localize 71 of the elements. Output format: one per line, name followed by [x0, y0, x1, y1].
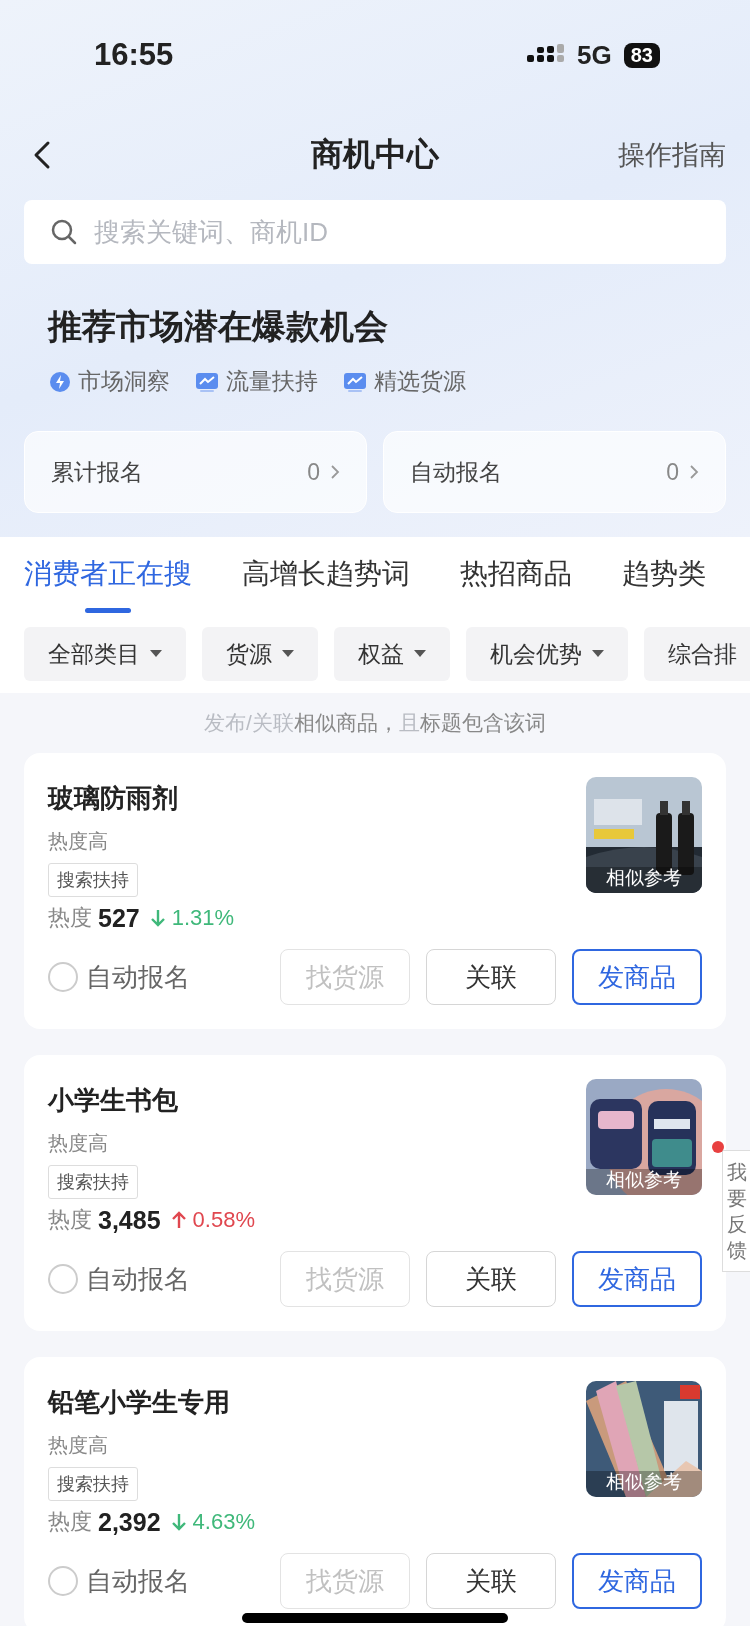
caret-icon	[150, 650, 162, 658]
heat-label: 热度	[48, 1206, 92, 1234]
tag: 搜索扶持	[48, 1165, 138, 1199]
filter-dropdown[interactable]: 机会优势	[466, 627, 628, 681]
auto-signup-label: 自动报名	[86, 1262, 190, 1296]
heat-change: 1.31%	[171, 905, 235, 931]
heat-label: 热度	[48, 904, 92, 932]
tag: 搜索扶持	[48, 863, 138, 897]
action-button[interactable]: 发商品	[572, 1251, 702, 1307]
filter-dropdown[interactable]: 权益	[334, 627, 450, 681]
search-field[interactable]: 搜索关键词、商机ID	[24, 200, 726, 264]
heat-change: 0.58%	[192, 1207, 255, 1233]
filter-dropdown[interactable]: 综合排	[644, 627, 750, 681]
item-title: 小学生书包	[48, 1084, 178, 1117]
heat-level: 热度高	[48, 1131, 108, 1156]
heat-level: 热度高	[48, 829, 108, 854]
stat-label: 自动报名	[410, 457, 503, 487]
status-time: 16:55	[94, 37, 174, 73]
item-title: 铅笔小学生专用	[48, 1386, 230, 1419]
feedback-tab[interactable]: 我要反馈	[722, 1150, 750, 1272]
auto-signup-checkbox[interactable]	[48, 1264, 78, 1294]
chevron-right-icon	[689, 464, 699, 480]
tab[interactable]: 高增长趋势词	[242, 555, 410, 621]
heat-label: 热度	[48, 1508, 92, 1536]
stat-value: 0	[307, 458, 320, 486]
caret-icon	[592, 650, 604, 658]
filter-dropdown[interactable]: 全部类目	[24, 627, 186, 681]
search-icon	[50, 218, 78, 246]
action-button[interactable]: 关联	[426, 1553, 556, 1609]
heat-level: 热度高	[48, 1433, 108, 1458]
heat-value: 2,392	[98, 1507, 161, 1537]
tag: 搜索扶持	[48, 1467, 138, 1501]
picture-caption: 相似参考	[605, 1470, 683, 1494]
auto-signup-checkbox[interactable]	[48, 1566, 78, 1596]
caret-icon	[414, 650, 426, 658]
bolt-icon	[50, 371, 70, 392]
stat-card[interactable]: 自动报名 0	[383, 431, 726, 513]
chart-icon	[196, 371, 218, 392]
heat-change: 4.63%	[192, 1509, 255, 1535]
stat-value: 0	[666, 458, 679, 486]
filter-dropdown[interactable]: 货源	[202, 627, 318, 681]
tab[interactable]: 消费者正在搜	[24, 555, 192, 621]
tab[interactable]: 热招商品	[460, 555, 572, 621]
feature-label: 精选货源	[374, 367, 466, 396]
page-title: 商机中心	[311, 135, 439, 174]
auto-signup-checkbox[interactable]	[48, 962, 78, 992]
stat-card[interactable]: 累计报名 0	[24, 431, 367, 513]
action-button[interactable]: 发商品	[572, 949, 702, 1005]
network-label: 5G	[577, 39, 612, 71]
guide-link[interactable]: 操作指南	[618, 137, 726, 173]
chart-icon	[344, 371, 366, 392]
action-button[interactable]: 关联	[426, 949, 556, 1005]
auto-signup-label: 自动报名	[86, 1564, 190, 1598]
heat-value: 527	[98, 903, 140, 933]
hint-text: 发布/关联相似商品，且标题包含该词	[203, 710, 547, 736]
picture-caption: 相似参考	[605, 1168, 683, 1192]
heat-value: 3,485	[98, 1205, 161, 1235]
tab[interactable]: 趋势类	[622, 555, 706, 621]
action-button[interactable]: 发商品	[572, 1553, 702, 1609]
feature-label: 流量扶持	[226, 367, 318, 396]
chevron-right-icon	[330, 464, 340, 480]
headline: 推荐市场潜在爆款机会	[48, 306, 389, 347]
auto-signup-label: 自动报名	[86, 960, 190, 994]
caret-icon	[282, 650, 294, 658]
action-button[interactable]: 关联	[426, 1251, 556, 1307]
stat-label: 累计报名	[51, 457, 144, 487]
feature-label: 市场洞察	[78, 367, 170, 396]
picture-caption: 相似参考	[605, 866, 683, 890]
back-icon[interactable]	[32, 140, 52, 170]
item-title: 玻璃防雨剂	[48, 782, 178, 815]
battery-icon: 83	[623, 42, 660, 68]
